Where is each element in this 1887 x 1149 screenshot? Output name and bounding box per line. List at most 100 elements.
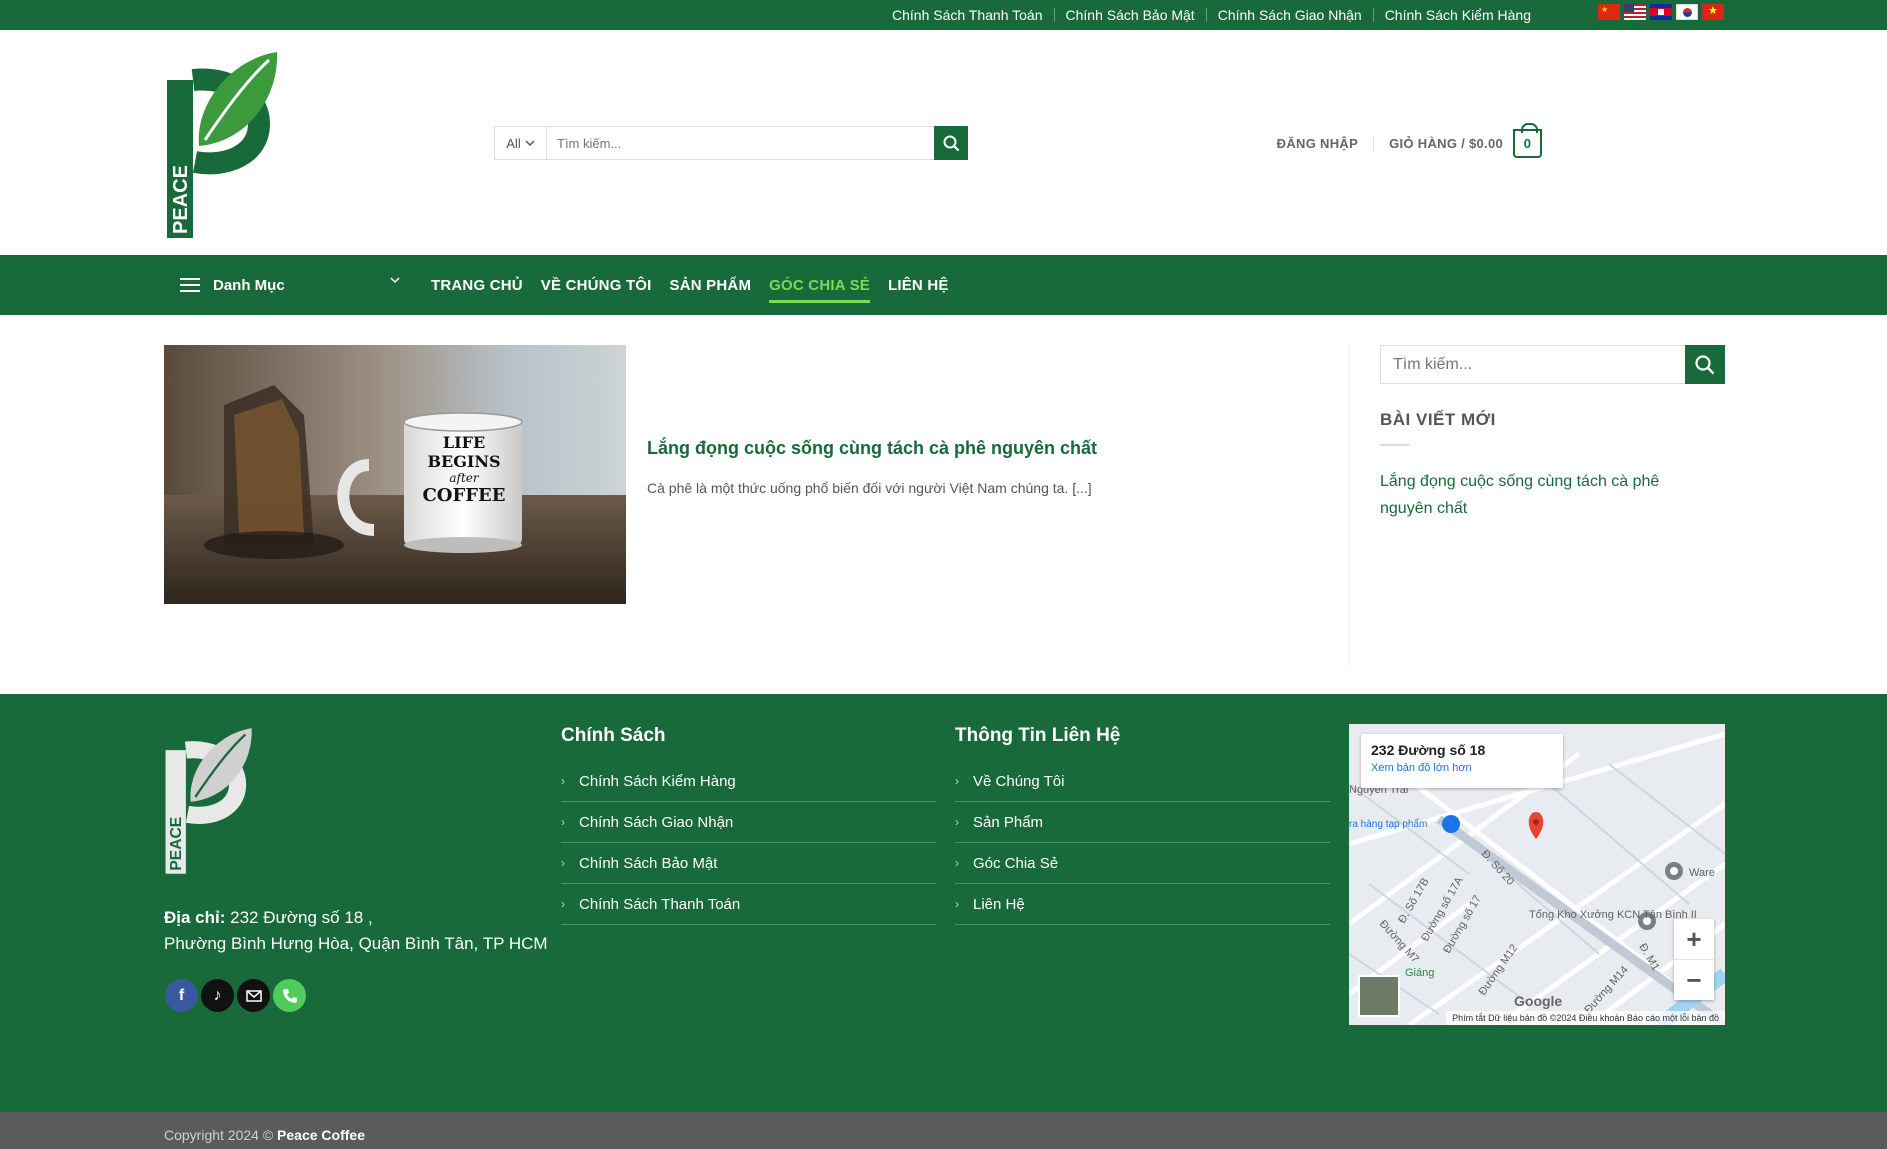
copyright-text: Copyright 2024 © Peace Coffee: [164, 1112, 365, 1149]
chevron-right-icon: ›: [561, 897, 565, 911]
copyright-prefix: Copyright 2024 ©: [164, 1127, 278, 1143]
footer-link-label: Sản Phẩm: [973, 813, 1044, 831]
svg-text:Ware: Ware: [1689, 867, 1715, 879]
email-icon[interactable]: [237, 979, 270, 1012]
google-logo: Google: [1514, 993, 1563, 1009]
svg-text:ra hàng tạp phẩm: ra hàng tạp phẩm: [1349, 818, 1427, 830]
footer-link-label: Về Chúng Tôi: [973, 772, 1065, 790]
sidebar-search-input[interactable]: [1381, 346, 1685, 383]
nav-item-blog[interactable]: GÓC CHIA SẺ: [769, 255, 870, 315]
phone-icon[interactable]: [273, 979, 306, 1012]
zoom-out-button[interactable]: −: [1674, 960, 1714, 1000]
post-title-link[interactable]: Lắng đọng cuộc sống cùng tách cà phê ngu…: [647, 438, 1097, 459]
cambodia-flag-icon[interactable]: [1650, 4, 1672, 20]
coffee-mug-image: LIFE BEGINS after COFFEE: [164, 345, 626, 604]
footer-contact-column: Thông Tin Liên Hệ › Về Chúng Tôi › Sản Phẩ…: [955, 725, 1330, 925]
footer-link-contact[interactable]: › Liên Hệ: [955, 884, 1330, 925]
top-bar-links: Chính Sách Thanh Toán Chính Sách Bảo Mật…: [881, 0, 1542, 30]
search-category-value: All: [506, 135, 521, 151]
footer-address: Địa chỉ: 232 Đường số 18 , Phường Bình H…: [164, 905, 548, 957]
nav-item-contact[interactable]: LIÊN HỆ: [888, 255, 949, 315]
nav-item-products[interactable]: SẢN PHẨM: [670, 255, 752, 315]
svg-text:Đường M14: Đường M14: [1582, 964, 1631, 1016]
top-link-inspection-policy[interactable]: Chính Sách Kiểm Hàng: [1372, 8, 1542, 22]
svg-text:LIFE: LIFE: [443, 433, 485, 452]
top-link-privacy-policy[interactable]: Chính Sách Bảo Mật: [1053, 8, 1206, 22]
recent-posts-heading: BÀI VIẾT MỚI: [1380, 410, 1496, 429]
header-search: All: [494, 126, 968, 160]
address-label: Địa chỉ:: [164, 908, 226, 927]
chevron-right-icon: ›: [561, 774, 565, 788]
sidebar-search: [1380, 345, 1725, 384]
svg-text:Tổng Kho Xưởng KCN Tân Bình II: Tổng Kho Xưởng KCN Tân Bình II: [1529, 909, 1697, 921]
main-navbar: Danh Mục TRANG CHỦ VỀ CHÚNG TÔI SẢN PHẨM…: [0, 255, 1887, 315]
search-input[interactable]: [547, 127, 934, 159]
footer-link-delivery[interactable]: › Chính Sách Giao Nhận: [561, 802, 936, 843]
top-link-payment-policy[interactable]: Chính Sách Thanh Toán: [881, 8, 1054, 22]
category-menu-toggle[interactable]: Danh Mục: [180, 255, 400, 315]
china-flag-icon[interactable]: [1598, 4, 1620, 20]
sidebar-divider: [1349, 345, 1350, 665]
vietnam-flag-icon[interactable]: [1702, 4, 1724, 20]
heading-underline: [1380, 444, 1410, 446]
footer-link-label: Chính Sách Bảo Mật: [579, 854, 718, 872]
zoom-in-button[interactable]: +: [1674, 919, 1714, 960]
footer-link-label: Chính Sách Kiểm Hàng: [579, 772, 736, 790]
map-attribution[interactable]: Phím tắt Dữ liệu bản đồ ©2024 Điều khoản…: [1446, 1011, 1725, 1025]
login-link[interactable]: ĐĂNG NHẬP: [1277, 135, 1375, 151]
recent-post-link[interactable]: Lắng đọng cuộc sống cùng tách cà phê ngu…: [1380, 468, 1700, 522]
nav-item-home[interactable]: TRANG CHỦ: [431, 255, 523, 315]
language-switcher: [1598, 4, 1724, 20]
top-bar: Chính Sách Thanh Toán Chính Sách Bảo Mật…: [0, 0, 1887, 30]
google-map-embed[interactable]: Ware Tổng Kho Xưởng KCN Tân Bình II Gián…: [1349, 724, 1725, 1025]
svg-text:BEGINS: BEGINS: [427, 452, 500, 471]
footer-link-products[interactable]: › Sản Phẩm: [955, 802, 1330, 843]
usa-flag-icon[interactable]: [1624, 4, 1646, 20]
footer-link-about[interactable]: › Về Chúng Tôi: [955, 761, 1330, 802]
footer-logo[interactable]: PEACE: [164, 725, 254, 877]
post-thumbnail[interactable]: LIFE BEGINS after COFFEE: [164, 345, 626, 604]
peace-leaf-logo-icon: PEACE: [167, 52, 278, 238]
policy-column-heading: Chính Sách: [561, 725, 666, 746]
svg-text:PEACE: PEACE: [170, 165, 192, 234]
chevron-right-icon: ›: [561, 815, 565, 829]
sidebar-search-button[interactable]: [1685, 345, 1725, 384]
cart-count-badge[interactable]: 0: [1513, 122, 1542, 158]
account-area: ĐĂNG NHẬP GIỎ HÀNG / $0.00 0: [1277, 122, 1542, 160]
footer-link-label: Chính Sách Giao Nhận: [579, 813, 734, 831]
map-larger-link[interactable]: Xem bản đồ lớn hơn: [1371, 762, 1553, 774]
search-icon: [943, 135, 959, 151]
envelope-icon: [245, 989, 262, 1002]
tiktok-icon[interactable]: ♪: [201, 979, 234, 1012]
nav-item-about[interactable]: VỀ CHÚNG TÔI: [541, 255, 652, 315]
copyright-bar: Copyright 2024 © Peace Coffee: [0, 1112, 1887, 1149]
primary-nav: TRANG CHỦ VỀ CHÚNG TÔI SẢN PHẨM GÓC CHIA…: [431, 255, 967, 315]
copyright-brand: Peace Coffee: [277, 1127, 365, 1143]
chevron-down-icon: [390, 277, 400, 283]
chevron-right-icon: ›: [561, 856, 565, 870]
top-link-delivery-policy[interactable]: Chính Sách Giao Nhận: [1205, 8, 1373, 22]
footer-link-payment[interactable]: › Chính Sách Thanh Toán: [561, 884, 936, 925]
map-place-card: 232 Đường số 18 Xem bản đồ lớn hơn: [1361, 734, 1563, 788]
social-links: f ♪: [165, 979, 306, 1012]
footer-link-inspection[interactable]: › Chính Sách Kiểm Hàng: [561, 761, 936, 802]
map-zoom-controls: + −: [1674, 919, 1714, 1000]
footer-link-label: Liên Hệ: [973, 895, 1025, 913]
facebook-icon[interactable]: f: [165, 979, 198, 1012]
search-category-select[interactable]: All: [495, 127, 547, 159]
category-menu-label: Danh Mục: [213, 276, 285, 294]
chevron-down-icon: [525, 140, 535, 146]
chevron-right-icon: ›: [955, 815, 959, 829]
svg-text:Giáng: Giáng: [1405, 967, 1434, 979]
hamburger-icon: [180, 278, 200, 292]
footer-link-privacy[interactable]: › Chính Sách Bảo Mật: [561, 843, 936, 884]
search-button[interactable]: [934, 126, 968, 160]
contact-column-heading: Thông Tin Liên Hệ: [955, 725, 1121, 746]
svg-text:PEACE: PEACE: [168, 817, 185, 871]
cart-link[interactable]: GIỎ HÀNG / $0.00: [1389, 136, 1503, 151]
footer-link-blog[interactable]: › Góc Chia Sẻ: [955, 843, 1330, 884]
korea-flag-icon[interactable]: [1676, 4, 1698, 20]
site-logo[interactable]: PEACE: [165, 50, 280, 240]
address-line2: Phường Bình Hưng Hòa, Quận Bình Tân, TP …: [164, 934, 548, 953]
svg-text:COFFEE: COFFEE: [422, 485, 505, 506]
